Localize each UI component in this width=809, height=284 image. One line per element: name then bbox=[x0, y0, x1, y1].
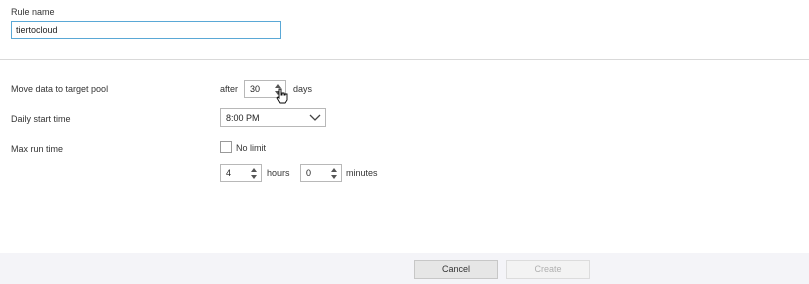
start-time-select[interactable]: 8:00 PM bbox=[220, 108, 326, 127]
minutes-label: minutes bbox=[346, 168, 378, 178]
chevron-down-icon bbox=[309, 114, 321, 124]
max-run-label: Max run time bbox=[11, 144, 64, 154]
cancel-button[interactable]: Cancel bbox=[414, 260, 498, 279]
no-limit-label: No limit bbox=[236, 143, 267, 153]
move-data-label: Move data to target pool bbox=[11, 84, 109, 94]
hours-stepper-arrows-icon[interactable] bbox=[250, 166, 258, 181]
daily-start-label: Daily start time bbox=[11, 114, 71, 124]
dialog-footer bbox=[0, 253, 809, 284]
rule-name-label: Rule name bbox=[11, 7, 55, 17]
minutes-stepper[interactable]: 0 bbox=[300, 164, 342, 182]
section-divider bbox=[0, 59, 809, 60]
hand-cursor-icon bbox=[276, 88, 288, 106]
no-limit-checkbox[interactable] bbox=[220, 141, 232, 153]
minutes-value: 0 bbox=[306, 168, 312, 178]
start-time-value: 8:00 PM bbox=[226, 113, 260, 123]
minutes-stepper-arrows-icon[interactable] bbox=[330, 166, 338, 181]
days-value: 30 bbox=[250, 84, 261, 94]
hours-stepper[interactable]: 4 bbox=[220, 164, 262, 182]
rule-name-input[interactable]: tiertocloud bbox=[11, 21, 281, 39]
after-label: after bbox=[220, 84, 239, 94]
hours-label: hours bbox=[267, 168, 290, 178]
days-label: days bbox=[293, 84, 313, 94]
hours-value: 4 bbox=[226, 168, 232, 178]
create-button[interactable]: Create bbox=[506, 260, 590, 279]
